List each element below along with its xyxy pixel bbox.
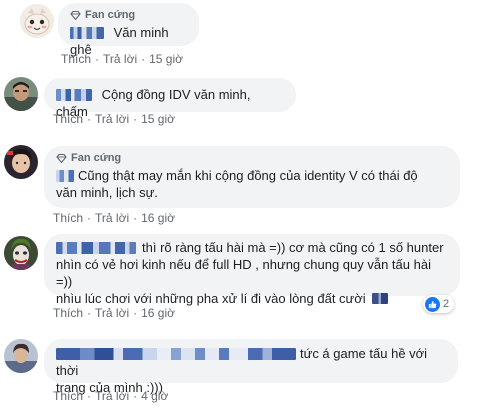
reply-link[interactable]: Trả lời: [95, 112, 129, 126]
comment-bubble: Cộng đồng IDV văn minh, chấm: [44, 78, 296, 119]
photo-avatar: [4, 339, 38, 373]
top-fan-badge: Fan cứng: [56, 152, 448, 165]
comment-actions: Thích · Trả lời · 16 giờ: [53, 306, 175, 320]
comment-bubble: Fan cứng Văn minh ghê: [58, 3, 199, 57]
commenter-avatar[interactable]: [20, 4, 54, 38]
cartoon-face-avatar: [20, 4, 54, 38]
top-fan-badge: Fan cứng: [70, 9, 187, 22]
reaction-count-value: 2: [443, 298, 450, 310]
commenter-name-redacted[interactable]: [56, 242, 136, 254]
reply-link[interactable]: Trả lời: [95, 306, 129, 320]
comment-time[interactable]: 4 giờ: [141, 389, 168, 403]
comment-actions: Thích · Trả lời · 16 giờ: [53, 211, 175, 225]
like-link[interactable]: Thích: [61, 52, 91, 66]
reaction-count[interactable]: 2: [423, 295, 455, 313]
like-link[interactable]: Thích: [53, 211, 83, 225]
like-link[interactable]: Thích: [53, 389, 83, 403]
comment-item: thì rõ ràng tấu hài mà =)) cơ mà cũng có…: [0, 232, 487, 324]
comment-item: Fan cứng Văn minh ghê Thích · Trả lời · 15 g…: [0, 0, 487, 66]
comment-time[interactable]: 16 giờ: [141, 211, 175, 225]
comment-text-line: thì rõ ràng tấu hài mà =)) cơ mà cũng có…: [142, 240, 444, 255]
commenter-name-redacted[interactable]: [56, 89, 92, 101]
photo-avatar: [4, 145, 38, 179]
comment-bubble: Fan cứng Cũng thật may mắn khi cộng đồng…: [44, 146, 460, 208]
reply-link[interactable]: Trả lời: [95, 389, 129, 403]
comment-item: Fan cứng Cũng thật may mắn khi cộng đồng…: [0, 140, 487, 230]
commenter-avatar[interactable]: [4, 339, 38, 373]
comment-text-line: nhìn có vẻ hơi kinh nếu để full HD , như…: [56, 257, 431, 289]
comment-actions: Thích · Trả lời · 15 giờ: [53, 112, 175, 126]
comment-bubble: thì rõ ràng tấu hài mà =)) cơ mà cũng có…: [44, 234, 460, 306]
joker-avatar: [4, 236, 38, 270]
comment-actions: Thích · Trả lời · 4 giờ: [53, 389, 169, 403]
comment-bubble: tức á game tấu hề với thời trang của mìn…: [44, 339, 458, 395]
comment-actions: Thích · Trả lời · 15 giờ: [61, 52, 183, 66]
reply-link[interactable]: Trả lời: [95, 211, 129, 225]
fan-badge-label: Fan cứng: [85, 9, 136, 21]
commenter-name-redacted[interactable]: [56, 348, 296, 360]
comment-time[interactable]: 15 giờ: [149, 52, 183, 66]
commenter-avatar[interactable]: [4, 145, 38, 179]
emoji-redacted: [372, 293, 389, 304]
commenter-avatar[interactable]: [4, 236, 38, 270]
commenter-name-redacted[interactable]: [56, 170, 74, 182]
like-reaction-icon: [425, 296, 440, 312]
comment-item: tức á game tấu hề với thời trang của mìn…: [0, 334, 487, 411]
like-link[interactable]: Thích: [53, 306, 83, 320]
comment-thread: Fan cứng Văn minh ghê Thích · Trả lời · 15 g…: [0, 0, 487, 411]
photo-avatar: [4, 77, 38, 111]
diamond-icon: [56, 154, 67, 163]
diamond-icon: [70, 11, 81, 20]
reply-link[interactable]: Trả lời: [103, 52, 137, 66]
comment-text-line: Cũng thật may mắn khi cộng đồng của iden…: [78, 168, 418, 183]
comment-time[interactable]: 15 giờ: [141, 112, 175, 126]
comment-text-line: nhìu lúc chơi với những pha xử lí đi vào…: [56, 291, 366, 306]
comment-item: Cộng đồng IDV văn minh, chấm Thích · Trả l…: [0, 72, 487, 132]
commenter-name-redacted[interactable]: [70, 27, 104, 39]
commenter-avatar[interactable]: [4, 77, 38, 111]
like-link[interactable]: Thích: [53, 112, 83, 126]
comment-text-line: văn minh, lịch sự.: [56, 185, 158, 200]
comment-time[interactable]: 16 giờ: [141, 306, 175, 320]
fan-badge-label: Fan cứng: [71, 152, 122, 164]
